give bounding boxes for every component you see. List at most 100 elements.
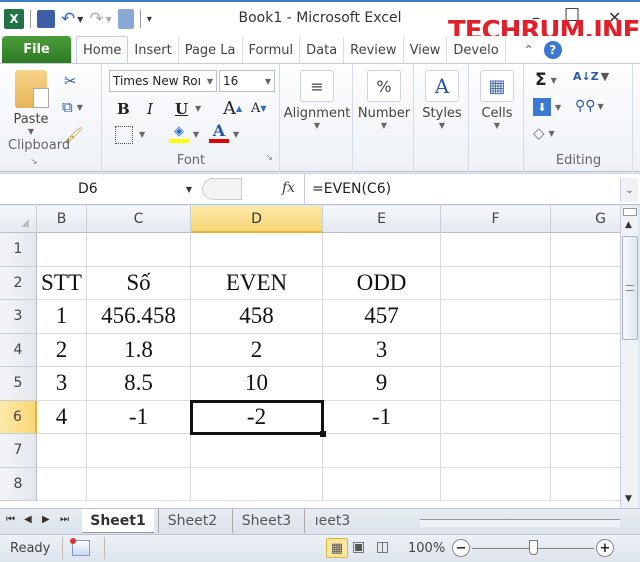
tab-page-layout[interactable]: Page La xyxy=(179,37,243,63)
sheet-tab-sheet1[interactable]: Sheet1 xyxy=(82,509,154,533)
bold-button[interactable]: B xyxy=(117,100,130,118)
cell-d7[interactable] xyxy=(191,434,323,468)
column-header-e[interactable]: E xyxy=(323,206,441,233)
cell-e6[interactable]: -1 xyxy=(323,400,441,434)
cell-f3[interactable] xyxy=(441,300,551,334)
cell-e7[interactable] xyxy=(323,434,441,468)
cell-d2[interactable]: EVEN xyxy=(191,266,323,300)
select-all-corner[interactable] xyxy=(0,206,37,233)
first-sheet-icon[interactable]: ⏮ xyxy=(6,514,15,525)
cell-f7[interactable] xyxy=(441,434,551,468)
cell-e1[interactable] xyxy=(323,233,441,267)
cell-f2[interactable] xyxy=(441,266,551,300)
tab-home[interactable]: Home xyxy=(76,36,129,63)
column-header-d[interactable]: D xyxy=(191,206,323,233)
cell-b7[interactable] xyxy=(37,434,87,468)
sheet-tab-sheet3[interactable]: Sheet3 xyxy=(232,509,300,533)
cell-c4[interactable]: 1.8 xyxy=(87,333,191,367)
insert-function-icon[interactable]: fx xyxy=(282,180,295,196)
cell-e8[interactable] xyxy=(323,467,441,501)
cell-c6[interactable]: -1 xyxy=(87,400,191,434)
italic-button[interactable]: I xyxy=(147,100,153,118)
cell-d5[interactable]: 10 xyxy=(191,367,323,401)
cell-g7[interactable] xyxy=(551,434,620,468)
row-header-2[interactable]: 2 xyxy=(0,266,37,300)
tab-review[interactable]: Review xyxy=(344,37,404,63)
tab-formulas[interactable]: Formul xyxy=(243,37,301,63)
help-icon[interactable]: ? xyxy=(543,41,562,59)
cell-f8[interactable] xyxy=(441,467,551,501)
shrink-font-button[interactable]: A ▼ xyxy=(251,101,267,116)
fill-color-button[interactable]: ◈ xyxy=(169,124,189,143)
cell-g5[interactable] xyxy=(551,367,620,401)
split-handle[interactable] xyxy=(623,208,637,216)
fill-color-dropdown-icon[interactable]: ▼ xyxy=(193,130,199,139)
last-sheet-icon[interactable]: ⏭ xyxy=(60,514,69,525)
underline-dropdown-icon[interactable]: ▼ xyxy=(195,104,201,113)
borders-dropdown-icon[interactable]: ▼ xyxy=(139,130,145,139)
fill-icon[interactable]: ⬇ ▼ xyxy=(533,98,561,116)
cell-c3[interactable]: 456.458 xyxy=(87,300,191,334)
page-layout-view-icon[interactable]: ▣ xyxy=(352,539,365,555)
scroll-thumb[interactable] xyxy=(622,236,638,340)
formula-input[interactable]: =EVEN(C6) xyxy=(312,177,391,201)
cell-d8[interactable] xyxy=(191,467,323,501)
page-break-view-icon[interactable]: ◫ xyxy=(376,539,389,555)
tab-data[interactable]: Data xyxy=(300,37,345,63)
cell-g1[interactable] xyxy=(551,233,620,267)
fill-handle[interactable] xyxy=(320,431,326,437)
minimize-ribbon-icon[interactable]: ⌃ xyxy=(524,43,534,57)
cell-e2[interactable]: ODD xyxy=(323,266,441,300)
tab-insert[interactable]: Insert xyxy=(128,37,179,63)
cell-e5[interactable]: 9 xyxy=(323,367,441,401)
cell-f6[interactable] xyxy=(441,400,551,434)
group-cells[interactable]: ▦ Cells ▼ xyxy=(470,64,524,172)
paste-button[interactable]: Paste ▼ xyxy=(10,70,52,136)
cell-c1[interactable] xyxy=(87,233,191,267)
name-box-dropdown-icon[interactable]: ▼ xyxy=(186,185,192,194)
styles-button[interactable]: A Styles ▼ xyxy=(417,70,467,130)
autosum-icon[interactable]: Σ ▼ xyxy=(535,70,557,90)
sheet-tab-sheet2[interactable]: Sheet2 xyxy=(158,509,226,533)
clear-icon[interactable]: ◇ ▼ xyxy=(533,124,555,142)
tab-file[interactable]: File xyxy=(2,36,72,63)
alignment-button[interactable]: ≡ Alignment ▼ xyxy=(283,70,351,130)
cell-d1[interactable] xyxy=(191,233,323,267)
paste-dropdown-icon[interactable]: ▼ xyxy=(10,127,52,136)
sort-filter-icon[interactable]: A↓Z ▼ xyxy=(573,70,609,83)
tab-developer[interactable]: Develo xyxy=(447,37,506,63)
expand-formula-bar-icon[interactable]: ⌄ xyxy=(620,178,638,202)
font-size-dropdown[interactable]: 16 ▼ xyxy=(219,70,275,92)
horizontal-scrollbar[interactable] xyxy=(420,519,620,527)
next-sheet-icon[interactable]: ▶ xyxy=(42,514,50,525)
normal-view-icon[interactable]: ▦ xyxy=(326,538,348,558)
cell-f4[interactable] xyxy=(441,333,551,367)
grow-font-button[interactable]: A ▲ xyxy=(223,98,242,119)
zoom-slider-thumb[interactable] xyxy=(529,540,538,555)
scroll-up-icon[interactable]: ▲ xyxy=(625,220,632,230)
cell-e3[interactable]: 457 xyxy=(323,300,441,334)
macro-record-icon[interactable] xyxy=(70,538,90,556)
font-dialog-launcher-icon[interactable]: ↘ xyxy=(265,153,273,163)
font-color-button[interactable]: A xyxy=(209,122,229,143)
vertical-scrollbar[interactable]: ▲ ▼ xyxy=(620,206,638,508)
underline-button[interactable]: U xyxy=(175,100,188,118)
cut-icon[interactable]: ✂ xyxy=(64,72,77,90)
cell-g3[interactable] xyxy=(551,300,620,334)
group-alignment[interactable]: ≡ Alignment ▼ xyxy=(281,64,353,172)
cell-b5[interactable]: 3 xyxy=(37,367,87,401)
cell-d3[interactable]: 458 xyxy=(191,300,323,334)
column-header-f[interactable]: F xyxy=(441,206,551,233)
formula-bar-resize-handle[interactable] xyxy=(202,178,242,200)
cell-f1[interactable] xyxy=(441,233,551,267)
column-header-g[interactable]: G xyxy=(551,206,620,233)
cells-button[interactable]: ▦ Cells ▼ xyxy=(472,70,522,130)
cell-g8[interactable] xyxy=(551,468,620,501)
cell-g4[interactable] xyxy=(551,334,620,367)
cell-e4[interactable]: 3 xyxy=(323,333,441,367)
cell-b4[interactable]: 2 xyxy=(37,333,87,367)
cell-d4[interactable]: 2 xyxy=(191,333,323,367)
number-button[interactable]: % Number ▼ xyxy=(356,70,412,130)
prev-sheet-icon[interactable]: ◀ xyxy=(24,514,32,525)
column-header-c[interactable]: C xyxy=(87,206,191,233)
